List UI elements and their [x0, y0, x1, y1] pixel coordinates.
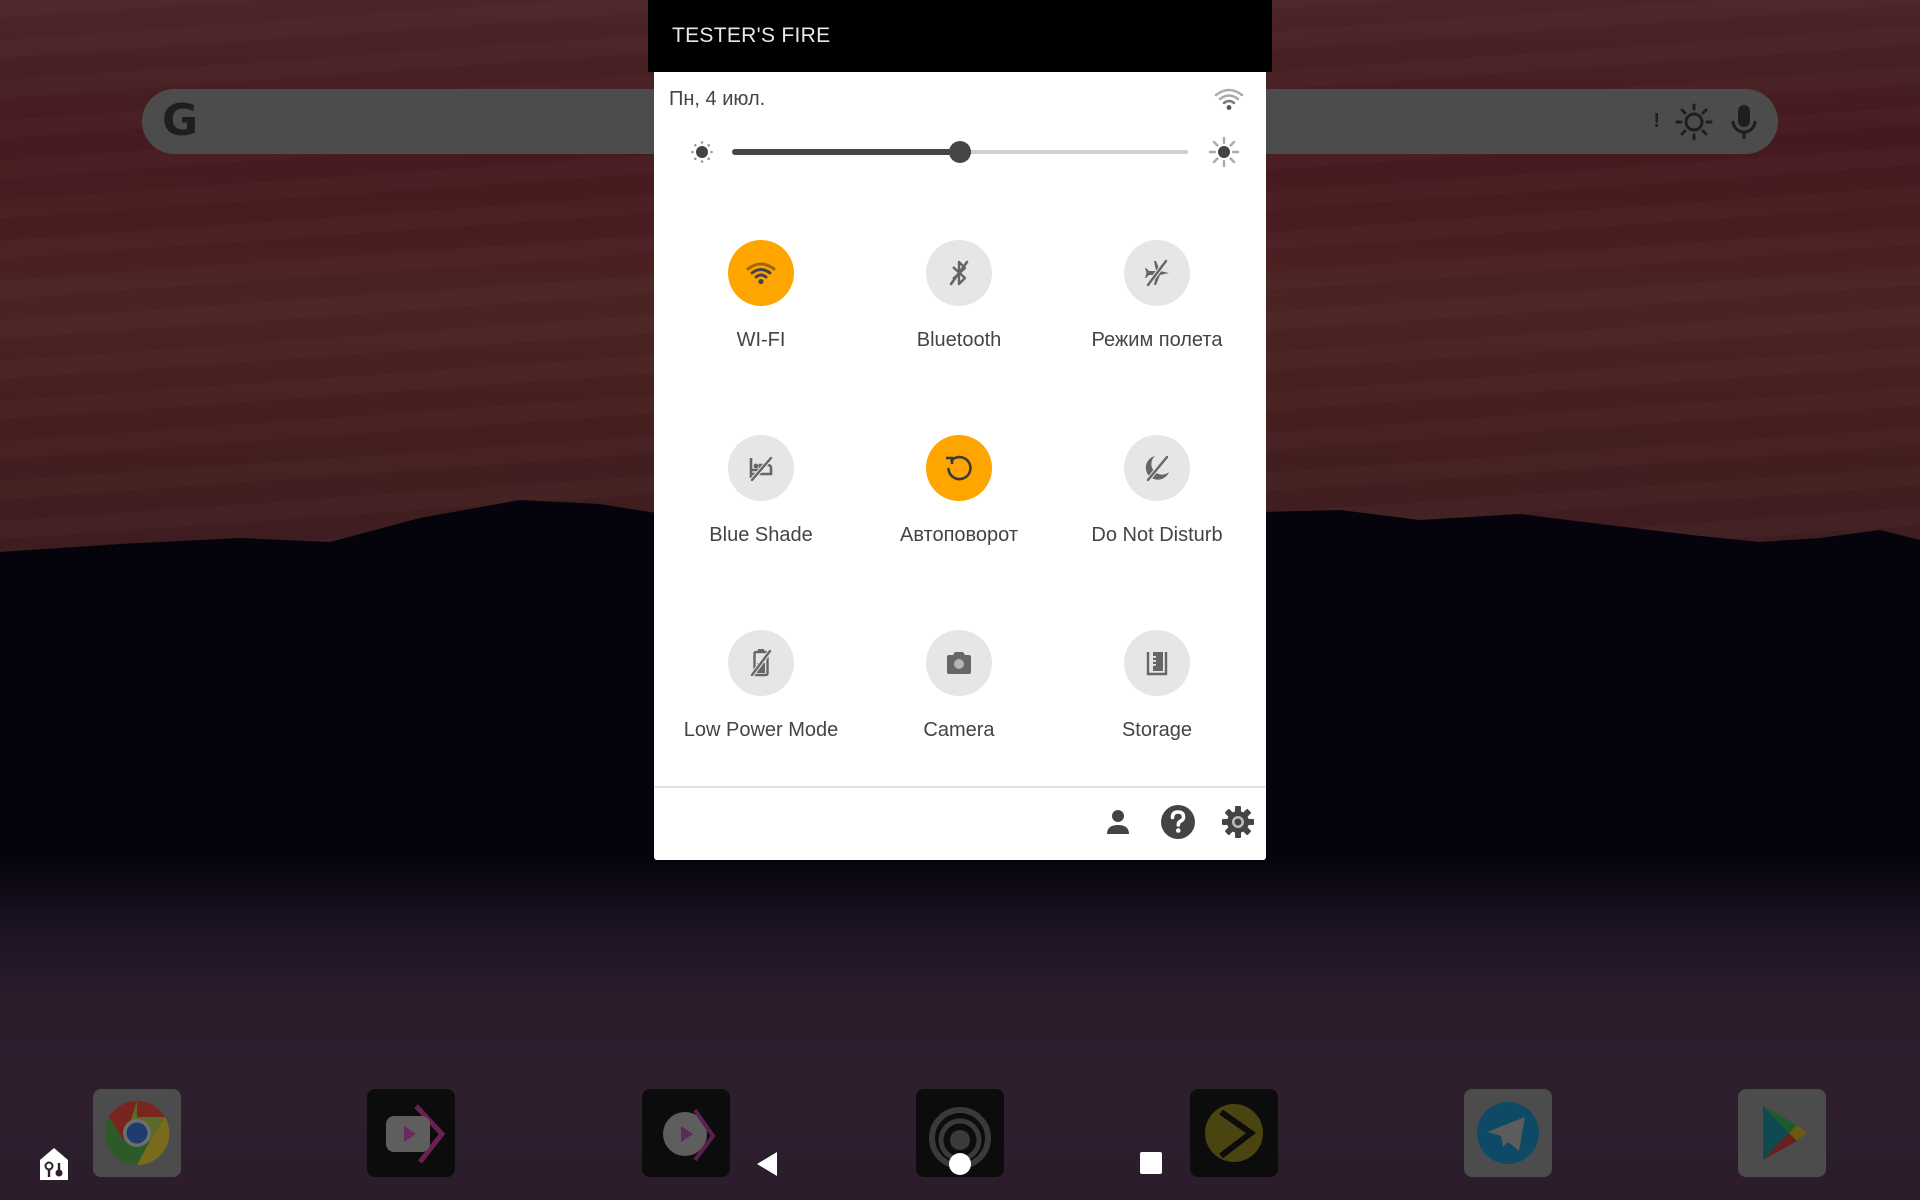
tile-airplane-mode-toggle[interactable]: [1124, 240, 1190, 306]
tile-storage-label: Storage: [1121, 719, 1193, 741]
tile-auto-rotate-label: Автоповорот: [899, 524, 1019, 546]
dock-app-youtube-vanced[interactable]: [367, 1089, 455, 1177]
tile-wifi-toggle[interactable]: [728, 240, 794, 306]
tile-camera-button[interactable]: [926, 630, 992, 696]
tile-low-power-mode-label: Low Power Mode: [683, 719, 839, 741]
brightness-control: [654, 134, 1266, 170]
user-button[interactable]: [1100, 804, 1136, 840]
settings-button[interactable]: [1220, 804, 1256, 840]
panel-footer: [1100, 802, 1256, 842]
wifi-icon: [746, 262, 776, 285]
brightness-low-icon: [691, 141, 713, 163]
vanced-music-icon: [663, 1108, 716, 1162]
battery-saver-off-icon: [750, 649, 772, 677]
auto-rotate-icon: [946, 455, 972, 481]
bluetooth-off-icon: [949, 260, 969, 286]
tile-do-not-disturb-toggle[interactable]: [1124, 435, 1190, 501]
blue-shade-off-icon: [749, 456, 773, 482]
tile-blue-shade-toggle[interactable]: [728, 435, 794, 501]
google-play-icon: [1763, 1106, 1807, 1160]
tile-camera[interactable]: Camera: [860, 630, 1058, 780]
tile-wifi[interactable]: WI-FI: [662, 240, 860, 390]
tile-bluetooth-toggle[interactable]: [926, 240, 992, 306]
tile-storage[interactable]: Storage: [1058, 630, 1256, 780]
dock-app-plex[interactable]: [1190, 1089, 1278, 1177]
camera-icon: [947, 652, 971, 674]
tile-bluetooth-label: Bluetooth: [916, 329, 1002, 351]
user-icon: [1107, 810, 1129, 834]
home-button[interactable]: [948, 1152, 972, 1176]
tile-camera-label: Camera: [923, 719, 995, 741]
brightness-high-icon: [1208, 136, 1240, 168]
plex-icon: [1205, 1104, 1263, 1162]
tile-low-power-mode[interactable]: Low Power Mode: [662, 630, 860, 780]
do-not-disturb-off-icon: [1145, 455, 1169, 482]
quick-settings-panel: Пн, 4 июл. WI-FI Bluetooth Режим полета …: [654, 72, 1266, 860]
tile-do-not-disturb-label: Do Not Disturb: [1091, 524, 1223, 546]
storage-icon: [1146, 652, 1168, 676]
help-icon: [1161, 805, 1195, 839]
airplane-off-icon: [1145, 259, 1169, 287]
tile-airplane-mode-label: Режим полета: [1091, 329, 1223, 351]
back-button[interactable]: [755, 1151, 779, 1177]
alert-mark: !: [1653, 110, 1660, 132]
dock-app-chrome[interactable]: [93, 1089, 181, 1177]
date-label: Пн, 4 июл.: [669, 88, 766, 110]
recents-button[interactable]: [1140, 1152, 1162, 1174]
settings-icon: [1222, 806, 1254, 838]
tile-airplane-mode[interactable]: Режим полета: [1058, 240, 1256, 390]
youtube-vanced-icon: [386, 1104, 446, 1164]
device-name: TESTER'S FIRE: [672, 24, 831, 47]
device-header: TESTER'S FIRE: [648, 0, 1272, 72]
chrome-icon: [104, 1100, 170, 1166]
tile-blue-shade[interactable]: Blue Shade: [662, 435, 860, 585]
tile-auto-rotate-toggle[interactable]: [926, 435, 992, 501]
slider-fill: [732, 149, 960, 155]
brightness-slider[interactable]: [732, 141, 1188, 163]
wifi-icon: [1214, 88, 1244, 110]
dock-app-telegram[interactable]: [1464, 1089, 1552, 1177]
panel-divider: [654, 786, 1266, 788]
telegram-icon: [1477, 1102, 1539, 1164]
tile-blue-shade-label: Blue Shade: [709, 524, 813, 546]
microphone-icon[interactable]: [1728, 102, 1760, 142]
tile-do-not-disturb[interactable]: Do Not Disturb: [1058, 435, 1256, 585]
tile-storage-button[interactable]: [1124, 630, 1190, 696]
google-logo: G: [161, 95, 199, 146]
slider-thumb[interactable]: [949, 141, 971, 163]
tile-wifi-label: WI-FI: [736, 329, 786, 351]
home-launcher-icon[interactable]: [38, 1146, 70, 1182]
help-button[interactable]: [1160, 804, 1196, 840]
tile-low-power-mode-toggle[interactable]: [728, 630, 794, 696]
tile-auto-rotate[interactable]: Автоповорот: [860, 435, 1058, 585]
dock-app-vanced-music[interactable]: [642, 1089, 730, 1177]
tile-bluetooth[interactable]: Bluetooth: [860, 240, 1058, 390]
dock-app-google-play[interactable]: [1738, 1089, 1826, 1177]
weather-sun-icon[interactable]: [1674, 102, 1714, 142]
